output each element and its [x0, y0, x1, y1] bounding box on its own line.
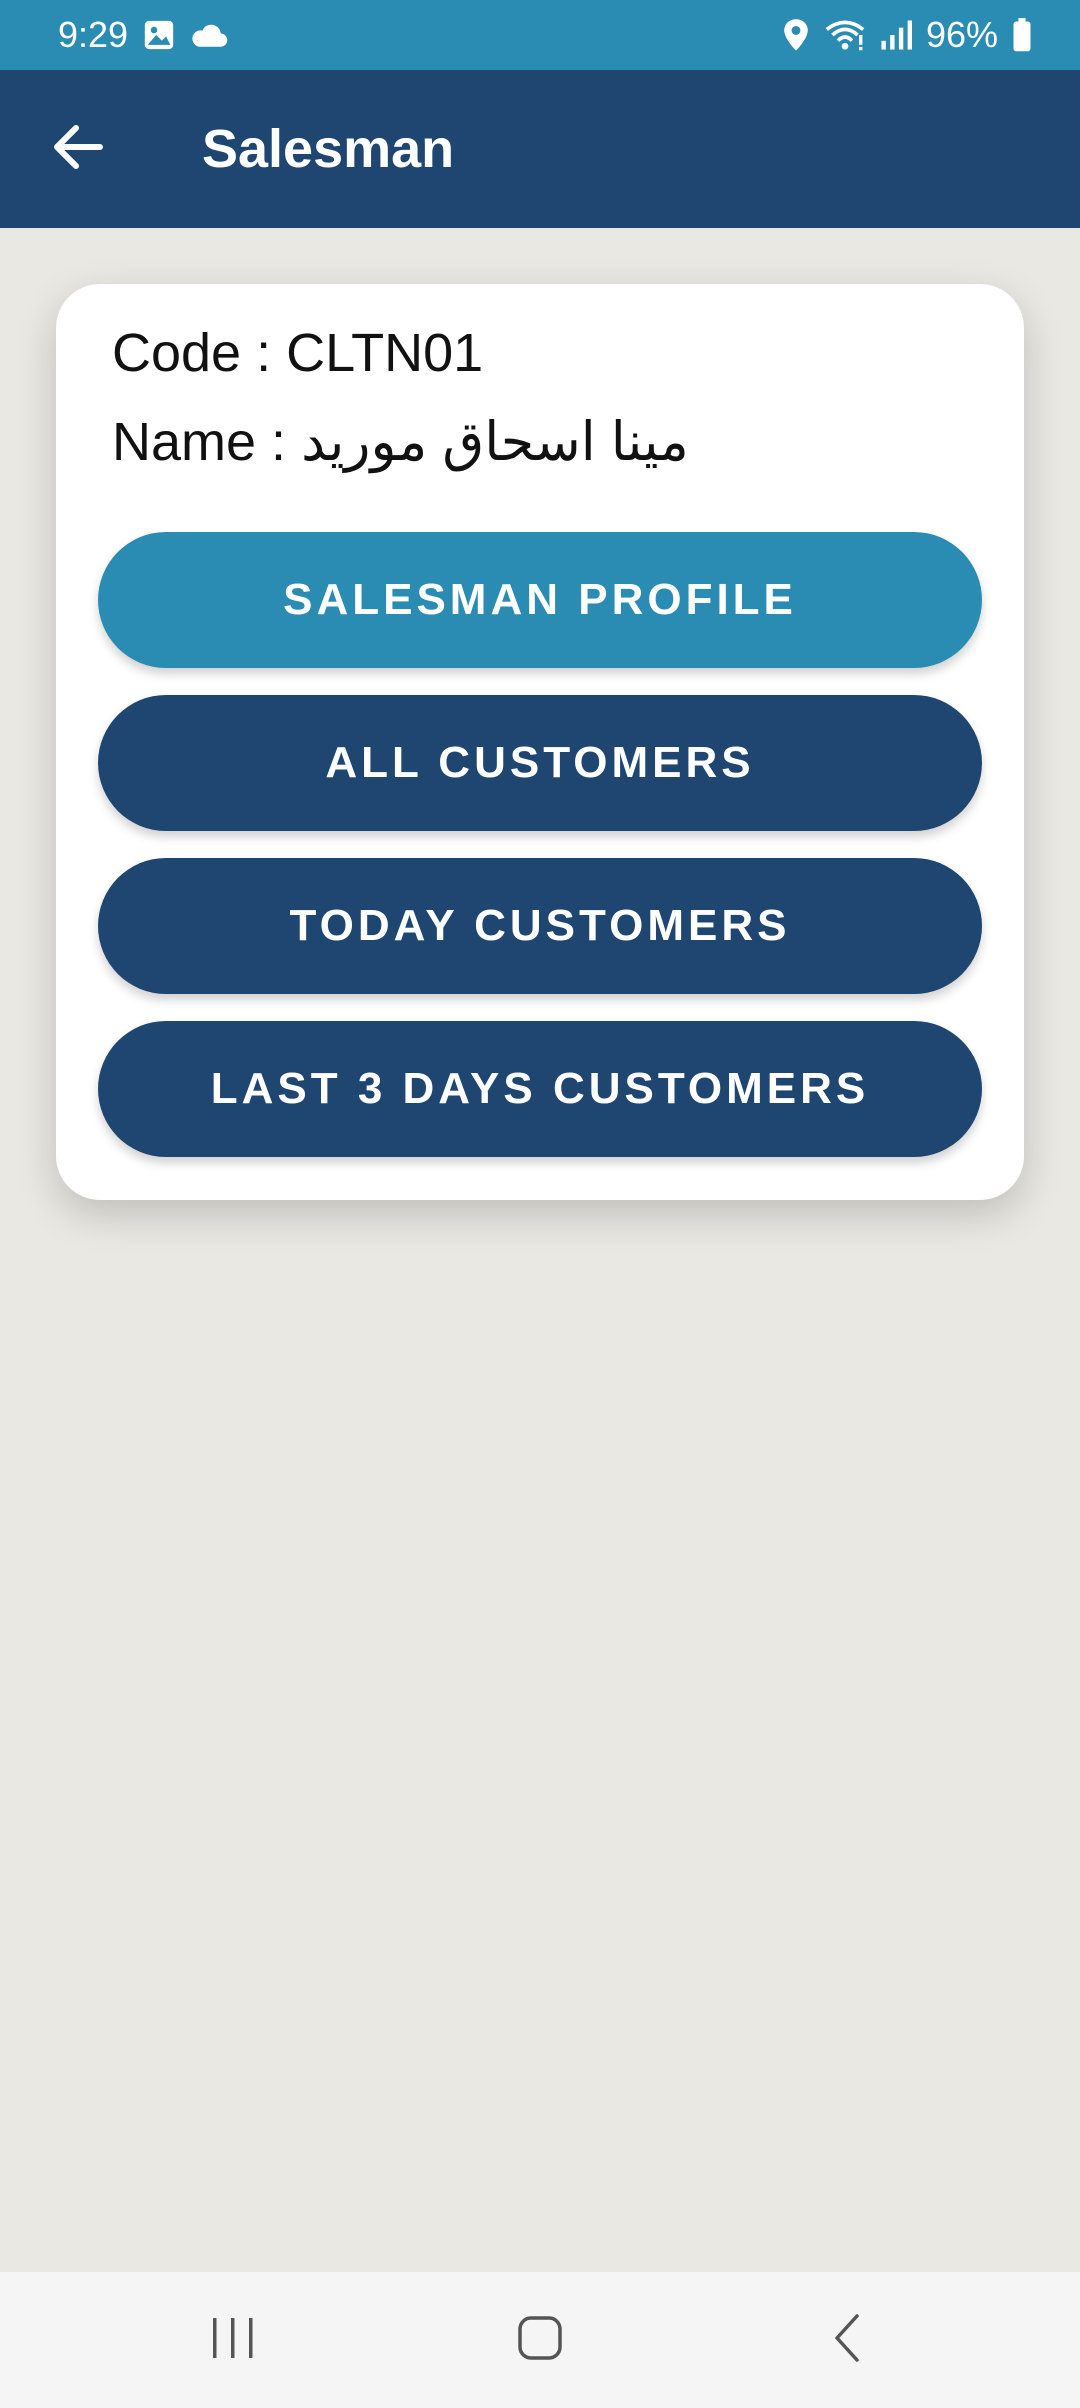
name-value: مينا اسحاق موريد — [301, 412, 689, 472]
wifi-icon — [824, 18, 866, 52]
battery-icon — [1012, 18, 1032, 52]
status-bar: 9:29 96% — [0, 0, 1080, 70]
image-icon — [142, 18, 176, 52]
cloud-icon — [190, 20, 228, 50]
app-bar: Salesman — [0, 70, 1080, 228]
status-right: 96% — [782, 14, 1032, 56]
code-line: Code : CLTN01 — [112, 322, 483, 384]
last-3-days-customers-button[interactable]: LAST 3 DAYS CUSTOMERS — [98, 1021, 982, 1157]
system-nav-bar — [0, 2272, 1080, 2408]
home-icon — [516, 2314, 564, 2367]
page-title: Salesman — [202, 119, 455, 179]
main-content: Code : CLTN01 Name : مينا اسحاق موريد SA… — [0, 228, 1080, 2272]
recents-button[interactable] — [173, 2290, 293, 2390]
clock: 9:29 — [58, 14, 129, 55]
home-button[interactable] — [480, 2290, 600, 2390]
all-customers-button[interactable]: ALL CUSTOMERS — [98, 695, 982, 831]
back-icon — [831, 2313, 863, 2368]
arrow-left-icon — [52, 124, 104, 175]
recents-icon — [210, 2316, 256, 2365]
status-left: 9:29 — [58, 14, 228, 56]
today-customers-button[interactable]: TODAY CUSTOMERS — [98, 858, 982, 994]
code-value: CLTN01 — [286, 323, 484, 383]
signal-icon — [880, 20, 912, 50]
name-line: Name : مينا اسحاق موريد — [112, 410, 689, 473]
location-icon — [782, 18, 810, 52]
salesman-profile-button[interactable]: SALESMAN PROFILE — [98, 532, 982, 668]
salesman-card: Code : CLTN01 Name : مينا اسحاق موريد SA… — [56, 284, 1024, 1200]
code-label: Code : — [112, 323, 287, 383]
battery-percent: 96% — [925, 14, 998, 55]
system-back-button[interactable] — [787, 2290, 907, 2390]
back-button[interactable] — [0, 70, 160, 228]
name-label: Name : — [112, 412, 302, 472]
